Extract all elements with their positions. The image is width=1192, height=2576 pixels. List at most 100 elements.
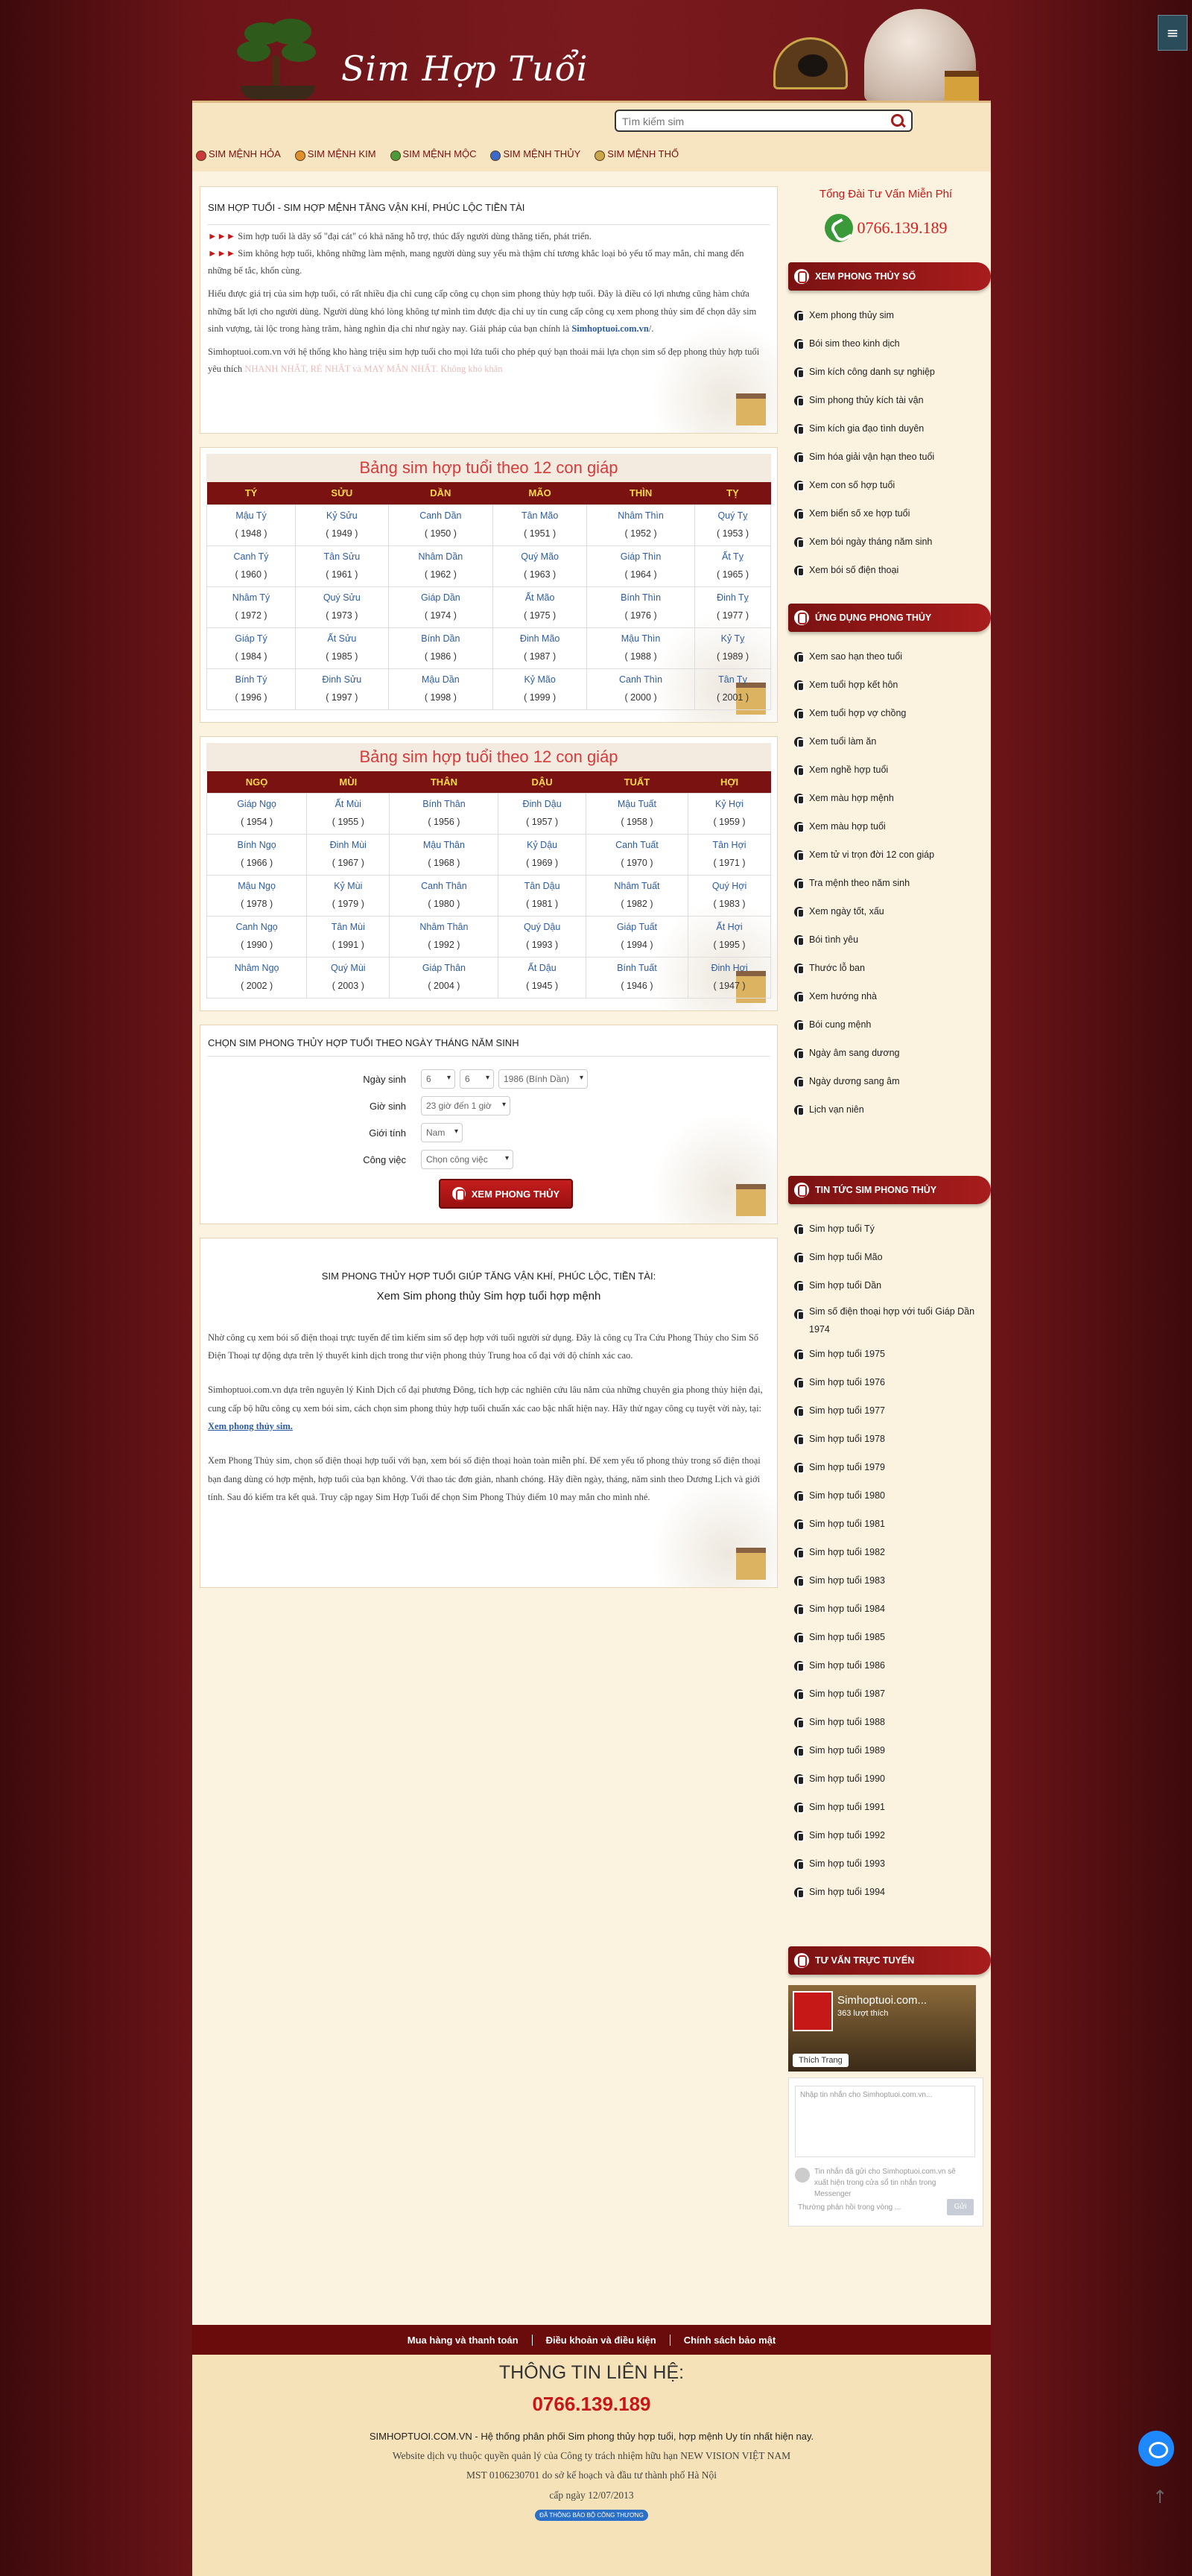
table-cell[interactable]: Ất Sửu ( 1985 ) xyxy=(295,627,389,669)
table-cell[interactable]: Ất Dậu ( 1945 ) xyxy=(498,957,586,999)
sidebar-item[interactable]: Sim hợp tuổi Tý xyxy=(788,1215,983,1243)
table-cell[interactable]: Ất Mão ( 1975 ) xyxy=(492,586,588,628)
sidebar-item[interactable]: Sim phong thủy kích tài vận xyxy=(788,386,983,414)
zodiac-name-link[interactable]: Canh Thân xyxy=(390,878,498,896)
table-cell[interactable]: Bính Tuất ( 1946 ) xyxy=(585,957,689,999)
sidebar-item[interactable]: Bói tình yêu xyxy=(788,925,983,954)
sidebar-item[interactable]: Sim hợp tuổi 1994 xyxy=(788,1878,983,1906)
sidebar-item[interactable]: Xem con số hợp tuổi xyxy=(788,471,983,499)
zodiac-name-link[interactable]: Bính Tuất xyxy=(586,960,688,978)
sidebar-item[interactable]: Lịch vạn niên xyxy=(788,1095,983,1124)
menu-item-kim[interactable]: SIM MỆNH KIM xyxy=(291,144,387,165)
table-cell[interactable]: Canh Thân ( 1980 ) xyxy=(389,875,499,917)
sidebar-item[interactable]: Sim hợp tuổi 1975 xyxy=(788,1340,983,1368)
zodiac-name-link[interactable]: Tân Hợi xyxy=(688,837,770,855)
menu-item-thuy[interactable]: SIM MỆNH THỦY xyxy=(486,144,591,165)
sidebar-item[interactable]: Sim hợp tuổi 1991 xyxy=(788,1793,983,1821)
fb-like-button[interactable]: Thích Trang xyxy=(793,2054,849,2067)
table-cell[interactable]: Giáp Dần ( 1974 ) xyxy=(387,586,494,628)
zodiac-name-link[interactable]: Đinh Mão xyxy=(493,630,586,648)
zodiac-name-link[interactable]: Ất Sửu xyxy=(296,630,388,648)
job-select[interactable]: Chọn công việc xyxy=(421,1150,513,1169)
table-cell[interactable]: Tân Mùi ( 1991 ) xyxy=(306,916,390,958)
zodiac-name-link[interactable]: Quý Dậu xyxy=(498,919,585,937)
sidebar-item[interactable]: Sim hợp tuổi 1988 xyxy=(788,1708,983,1736)
gender-select[interactable]: Nam xyxy=(421,1123,463,1142)
menu-item-hoa[interactable]: SIM MỆNH HỎA xyxy=(192,144,291,165)
zodiac-name-link[interactable]: Bính Ngọ xyxy=(207,837,306,855)
table-cell[interactable]: Đinh Sửu ( 1997 ) xyxy=(295,668,389,710)
hotline-number[interactable]: 0766.139.189 xyxy=(824,214,948,242)
zodiac-name-link[interactable]: Kỷ Hợi xyxy=(688,796,770,814)
zodiac-name-link[interactable]: Nhâm Thân xyxy=(390,919,498,937)
table-cell[interactable]: Nhâm Thìn ( 1952 ) xyxy=(586,504,695,546)
table-cell[interactable]: Kỷ Tỵ ( 1989 ) xyxy=(694,627,772,669)
zodiac-name-link[interactable]: Đinh Dậu xyxy=(498,796,585,814)
sidebar-item[interactable]: Sim hợp tuổi 1985 xyxy=(788,1623,983,1651)
table-cell[interactable]: Tân Sửu ( 1961 ) xyxy=(295,545,389,587)
footer-link-terms[interactable]: Điều khoản và điều kiện xyxy=(533,2334,670,2346)
view-feng-shui-button[interactable]: XEM PHONG THỦY xyxy=(439,1179,573,1209)
sidebar-item[interactable]: Xem biển số xe hợp tuổi xyxy=(788,499,983,528)
zodiac-name-link[interactable]: Đinh Sửu xyxy=(296,671,388,689)
back-to-top-icon[interactable]: ↑ xyxy=(1151,2487,1169,2507)
sidebar-item[interactable]: Sim hợp tuổi 1986 xyxy=(788,1651,983,1680)
sidebar-item[interactable]: Bói cung mệnh xyxy=(788,1010,983,1039)
sidebar-item[interactable]: Xem màu hợp mệnh xyxy=(788,784,983,812)
table-cell[interactable]: Tân Mão ( 1951 ) xyxy=(492,504,588,546)
zodiac-name-link[interactable]: Mậu Ngọ xyxy=(207,878,306,896)
sidebar-item[interactable]: Sim hợp tuổi 1983 xyxy=(788,1566,983,1595)
zodiac-name-link[interactable]: Bính Tý xyxy=(207,671,295,689)
sidebar-item[interactable]: Sim hợp tuổi 1978 xyxy=(788,1425,983,1453)
zodiac-name-link[interactable]: Canh Tuất xyxy=(586,837,688,855)
table-cell[interactable]: Mậu Dần ( 1998 ) xyxy=(387,668,494,710)
zodiac-name-link[interactable]: Giáp Dần xyxy=(389,589,493,607)
table-cell[interactable]: Đinh Tỵ ( 1977 ) xyxy=(694,586,772,628)
sidebar-item[interactable]: Xem sao hạn theo tuổi xyxy=(788,642,983,671)
sidebar-item[interactable]: Sim hợp tuổi 1989 xyxy=(788,1736,983,1765)
search-icon[interactable] xyxy=(889,113,907,129)
sidebar-item[interactable]: Sim hợp tuổi 1977 xyxy=(788,1396,983,1425)
zodiac-name-link[interactable]: Ất Dậu xyxy=(498,960,585,978)
zodiac-name-link[interactable]: Mậu Thân xyxy=(390,837,498,855)
table-cell[interactable]: Bính Tý ( 1996 ) xyxy=(206,668,297,710)
zodiac-name-link[interactable]: Ất Hợi xyxy=(688,919,770,937)
table-cell[interactable]: Kỷ Mão ( 1999 ) xyxy=(492,668,588,710)
feng-shui-link[interactable]: Xem phong thủy sim. xyxy=(208,1421,293,1431)
zodiac-name-link[interactable]: Kỷ Tỵ xyxy=(695,630,770,648)
table-cell[interactable]: Mậu Thân ( 1968 ) xyxy=(389,834,499,876)
table-cell[interactable]: Kỷ Sửu ( 1949 ) xyxy=(295,504,389,546)
zodiac-name-link[interactable]: Nhâm Tý xyxy=(207,589,295,607)
month-select[interactable]: 6 xyxy=(460,1069,494,1089)
zodiac-name-link[interactable]: Đinh Hợi xyxy=(688,960,770,978)
table-cell[interactable]: Mậu Tuất ( 1958 ) xyxy=(585,793,689,835)
table-cell[interactable]: Đinh Mão ( 1987 ) xyxy=(492,627,588,669)
sidebar-item[interactable]: Xem màu hợp tuổi xyxy=(788,812,983,841)
table-cell[interactable]: Tân Hợi ( 1971 ) xyxy=(688,834,771,876)
ministry-badge-icon[interactable]: ĐÃ THÔNG BÁO BỘ CÔNG THƯƠNG xyxy=(535,2509,648,2521)
table-cell[interactable]: Quý Tỵ ( 1953 ) xyxy=(694,504,772,546)
sidebar-item[interactable]: Sim hợp tuổi Mão xyxy=(788,1243,983,1271)
table-cell[interactable]: Tân Tỵ ( 2001 ) xyxy=(694,668,772,710)
zodiac-name-link[interactable]: Nhâm Tuất xyxy=(586,878,688,896)
zodiac-name-link[interactable]: Giáp Ngọ xyxy=(207,796,306,814)
sidebar-item[interactable]: Sim kích công danh sự nghiệp xyxy=(788,358,983,386)
sidebar-item[interactable]: Bói sim theo kinh dịch xyxy=(788,329,983,358)
zodiac-name-link[interactable]: Tân Dậu xyxy=(498,878,585,896)
zodiac-name-link[interactable]: Mậu Dần xyxy=(389,671,493,689)
year-select[interactable]: 1986 (Bính Dần) xyxy=(498,1069,588,1089)
day-select[interactable]: 6 xyxy=(421,1069,455,1089)
messenger-floating-icon[interactable] xyxy=(1138,2431,1174,2466)
zodiac-name-link[interactable]: Quý Tỵ xyxy=(695,507,770,525)
zodiac-name-link[interactable]: Tân Mùi xyxy=(307,919,389,937)
zodiac-name-link[interactable]: Bính Thìn xyxy=(587,589,694,607)
table-cell[interactable]: Kỷ Mùi ( 1979 ) xyxy=(306,875,390,917)
sidebar-item[interactable]: Sim hợp tuổi 1976 xyxy=(788,1368,983,1396)
zodiac-name-link[interactable]: Quý Mùi xyxy=(307,960,389,978)
table-cell[interactable]: Ất Hợi ( 1995 ) xyxy=(688,916,771,958)
zodiac-name-link[interactable]: Canh Thìn xyxy=(587,671,694,689)
table-cell[interactable]: Kỷ Dậu ( 1969 ) xyxy=(498,834,586,876)
zodiac-name-link[interactable]: Bính Thân xyxy=(390,796,498,814)
zodiac-name-link[interactable]: Kỷ Mão xyxy=(493,671,586,689)
table-cell[interactable]: Đinh Dậu ( 1957 ) xyxy=(498,793,586,835)
